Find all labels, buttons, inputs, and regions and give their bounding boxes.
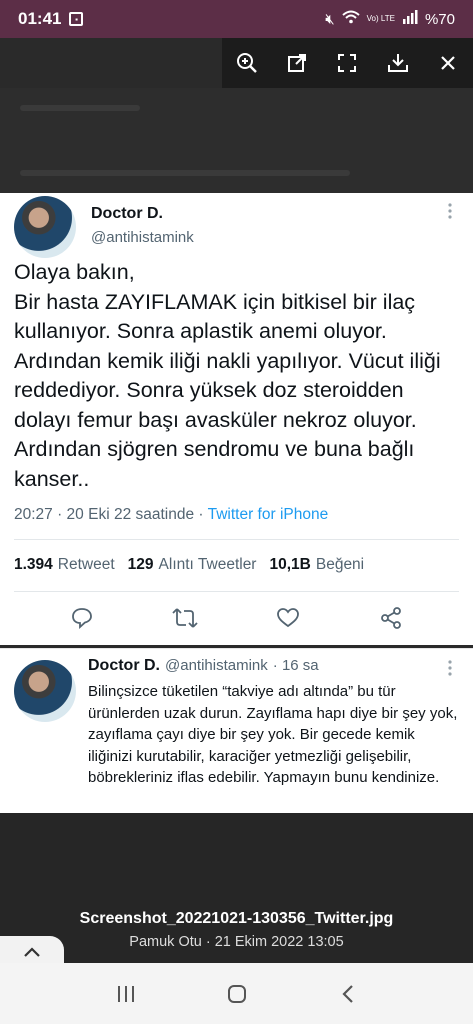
share-icon[interactable] [376, 603, 406, 633]
reply-more-options-icon[interactable] [448, 660, 452, 681]
reply-time: · 16 sa [272, 657, 319, 674]
tweet-text: Olaya bakın, Bir hasta ZAYIFLAMAK için b… [14, 260, 441, 491]
dimmed-background [0, 88, 473, 193]
status-time: 01:41 [18, 9, 62, 28]
avatar[interactable] [14, 660, 76, 722]
more-options-icon[interactable] [448, 203, 452, 222]
author-handle[interactable]: @antihistamink [91, 229, 194, 246]
divider [14, 591, 459, 592]
download-icon[interactable] [383, 48, 413, 78]
background-decoration [20, 105, 140, 111]
back-icon[interactable] [328, 974, 368, 1014]
battery-level: %70 [424, 10, 455, 28]
reply-icon[interactable] [67, 603, 97, 633]
file-info: Screenshot_20221021-130356_Twitter.jpg P… [0, 910, 473, 950]
status-right: 🔇︎ Vo) LTE %70 [325, 10, 455, 28]
likes-stat[interactable]: 10,1B Beğeni [269, 556, 364, 574]
background-decoration [20, 170, 350, 176]
zoom-in-icon[interactable] [232, 48, 262, 78]
file-name: Screenshot_20221021-130356_Twitter.jpg [79, 910, 394, 927]
system-navigation-bar [0, 963, 473, 1024]
notification-icon: ▪ [69, 12, 84, 26]
chevron-up-icon [23, 945, 41, 963]
close-icon[interactable] [433, 48, 463, 78]
avatar[interactable] [14, 196, 76, 258]
retweets-stat[interactable]: 1.394 Retweet [14, 556, 115, 574]
quotes-stat[interactable]: 129 Alıntı Tweetler [128, 556, 257, 574]
reply-author-handle[interactable]: @antihistamink [165, 657, 268, 674]
divider [14, 539, 459, 540]
image-viewer-toolbar [222, 38, 473, 88]
like-icon[interactable] [273, 603, 303, 633]
file-subtitle: Pamuk Otu · 21 Ekim 2022 13:05 [129, 934, 344, 950]
tweet-stats: 1.394 Retweet 129 Alıntı Tweetler 10,1B Beğ… [14, 556, 364, 574]
fullscreen-icon[interactable] [332, 48, 362, 78]
mute-icon: 🔇︎ [325, 10, 335, 28]
tweet-timestamp: 20:27 · 20 Eki 22 saatinde · [14, 506, 208, 523]
network-label: Vo) LTE [366, 14, 395, 23]
signal-icon [402, 10, 418, 28]
wifi-icon [341, 10, 360, 28]
reply-author-name[interactable]: Doctor D. [88, 657, 160, 675]
recents-icon[interactable] [106, 974, 146, 1014]
tweet-client-link[interactable]: Twitter for iPhone [208, 506, 329, 523]
tweet-actions [0, 603, 473, 633]
tweet-meta: 20:27 · 20 Eki 22 saatinde · Twitter for… [14, 506, 328, 524]
open-external-icon[interactable] [282, 48, 312, 78]
home-icon[interactable] [217, 974, 257, 1014]
retweet-icon[interactable] [170, 603, 200, 633]
status-bar: 01:41 ▪ 🔇︎ Vo) LTE %70 [0, 0, 473, 38]
author-name[interactable]: Doctor D. [91, 205, 163, 223]
reply-header: Doctor D. @antihistamink · 16 sa [88, 657, 319, 675]
reply-text: Bilinçsizce tüketilen “takviye adı altın… [88, 683, 458, 786]
